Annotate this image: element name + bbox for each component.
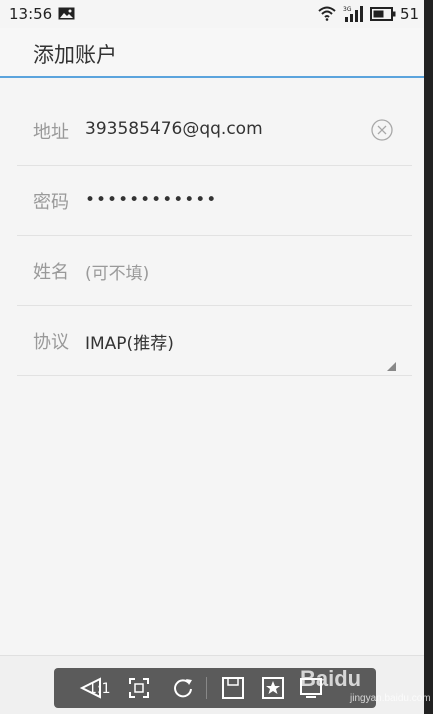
baidu-watermark: Baidu bbox=[300, 666, 362, 691]
baidu-watermark-url: jingyan.baidu.com bbox=[350, 693, 431, 704]
address-input[interactable]: 393585476@qq.com bbox=[85, 119, 263, 139]
address-row: 地址 393585476@qq.com bbox=[17, 96, 412, 166]
signal-3g-icon: 3G bbox=[343, 6, 363, 22]
wifi-icon bbox=[318, 6, 336, 21]
gallery-icon bbox=[58, 7, 75, 20]
battery-level: 51 bbox=[400, 5, 420, 23]
account-form: 地址 393585476@qq.com 密码 •••••••••••• 姓名 (… bbox=[17, 96, 412, 376]
password-input[interactable]: •••••••••••• bbox=[85, 190, 217, 210]
svg-text:3G: 3G bbox=[343, 6, 352, 13]
password-label: 密码 bbox=[33, 192, 69, 213]
protocol-label: 协议 bbox=[33, 332, 69, 353]
rotate-icon[interactable] bbox=[170, 675, 196, 701]
password-row: 密码 •••••••••••• bbox=[17, 166, 412, 236]
save-icon[interactable] bbox=[220, 675, 246, 701]
favorite-icon[interactable] bbox=[260, 675, 286, 701]
status-bar: 13:56 3G 51 bbox=[0, 0, 424, 28]
status-time: 13:56 bbox=[9, 5, 53, 23]
name-label: 姓名 bbox=[33, 262, 69, 283]
protocol-row[interactable]: 协议 IMAP(推荐) bbox=[17, 306, 412, 376]
phone-screen: 13:56 3G 51 添加账户 地址 393585476@qq.com 密码 … bbox=[0, 0, 424, 714]
battery-icon bbox=[370, 7, 396, 21]
protocol-select[interactable]: IMAP(推荐) bbox=[85, 329, 174, 354]
name-input[interactable]: (可不填) bbox=[85, 259, 149, 284]
toolbar-separator bbox=[206, 677, 207, 699]
fit-screen-icon[interactable] bbox=[126, 675, 152, 701]
clear-circle-icon[interactable] bbox=[371, 119, 393, 141]
name-row: 姓名 (可不填) bbox=[17, 236, 412, 306]
app-bar: 添加账户 bbox=[0, 28, 424, 78]
address-label: 地址 bbox=[33, 122, 69, 143]
actual-size-button[interactable]: 1:1 bbox=[88, 681, 111, 697]
background-strip bbox=[424, 0, 433, 714]
page-title: 添加账户 bbox=[33, 43, 117, 67]
dropdown-corner-icon[interactable] bbox=[387, 362, 396, 371]
